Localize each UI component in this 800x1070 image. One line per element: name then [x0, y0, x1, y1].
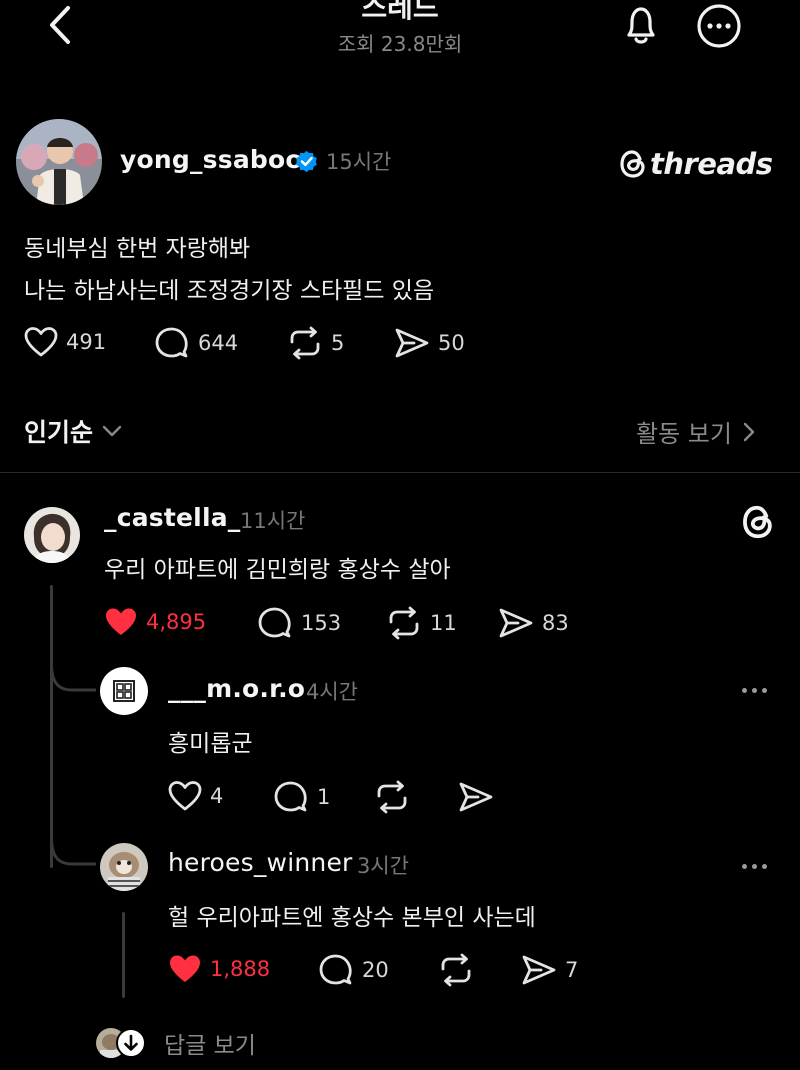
thread-connector [122, 912, 125, 998]
comment-count: 20 [362, 958, 389, 982]
heart-filled-icon [170, 955, 200, 982]
like-count: 4 [210, 784, 224, 808]
avatar-photo [24, 507, 80, 563]
post-time: 15시간 [326, 150, 392, 174]
comment-count: 153 [301, 611, 342, 635]
view-count: 조회 23.8만회 [337, 32, 463, 56]
share-button[interactable]: 83 [498, 606, 569, 640]
avatar-photo [100, 843, 148, 891]
arrow-down-circle-icon [116, 1028, 146, 1058]
send-icon [459, 782, 493, 812]
reply-text: 헐 우리아파트엔 홍상수 본부인 사는데 [168, 905, 536, 931]
view-replies-label: 답글 보기 [164, 1033, 256, 1059]
like-button[interactable]: 491 [24, 326, 106, 358]
repost-count: 5 [331, 331, 345, 355]
repost-button[interactable]: 11 [386, 606, 457, 640]
comment-button[interactable]: 644 [154, 326, 238, 360]
chevron-down-icon [102, 425, 122, 437]
share-button[interactable]: 50 [394, 326, 465, 360]
repost-icon [377, 780, 407, 814]
share-button[interactable] [458, 780, 494, 814]
send-icon [522, 955, 556, 985]
reply-time: 4시간 [306, 680, 359, 704]
reply-options-icon[interactable] [742, 864, 767, 869]
threads-logo: threads [618, 144, 773, 184]
reply-options-icon[interactable] [742, 688, 767, 693]
avatar-logo [113, 680, 135, 702]
post-line-2: 나는 하남사는데 조정경기장 스타필드 있음 [24, 278, 435, 304]
repost-button[interactable] [438, 953, 474, 987]
post-line-1: 동네부심 한번 자랑해봐 [24, 236, 251, 262]
verified-badge-icon [293, 148, 320, 175]
comment-button[interactable]: 1 [273, 780, 330, 814]
threads-icon [740, 503, 776, 541]
repost-icon [290, 326, 320, 360]
avatar-photo [16, 119, 102, 205]
comment-count: 1 [317, 785, 331, 809]
share-count: 83 [542, 611, 569, 635]
like-button[interactable]: 1,888 [168, 953, 270, 985]
repost-icon [389, 606, 419, 640]
avatar[interactable] [16, 119, 102, 205]
share-count: 50 [438, 331, 465, 355]
like-button[interactable]: 4 [168, 780, 223, 812]
avatar[interactable] [100, 843, 148, 891]
activity-link[interactable]: 활동 보기 [636, 414, 756, 449]
comment-bubble-icon [155, 327, 188, 358]
repost-icon [441, 953, 471, 987]
comment-count: 644 [198, 331, 239, 355]
heart-filled-icon [106, 608, 136, 635]
threads-logo-text: threads [650, 147, 773, 181]
like-count: 1,888 [210, 957, 271, 981]
reply-time: 11시간 [240, 509, 306, 533]
comment-button[interactable]: 153 [257, 606, 341, 640]
chevron-left-icon [50, 6, 70, 44]
like-count: 4,895 [146, 610, 207, 634]
activity-label: 활동 보기 [636, 420, 732, 448]
send-icon [395, 328, 429, 358]
divider [0, 472, 800, 473]
like-button[interactable]: 4,895 [104, 606, 206, 638]
like-count: 491 [66, 330, 107, 354]
reply-username[interactable]: heroes_winner [168, 848, 353, 877]
repost-button[interactable] [374, 780, 410, 814]
share-count: 7 [565, 958, 579, 982]
comment-bubble-icon [319, 954, 352, 985]
comment-button[interactable]: 20 [318, 953, 389, 987]
back-button[interactable] [40, 2, 80, 48]
send-icon [499, 608, 533, 638]
heart-icon [168, 781, 202, 811]
repost-count: 11 [430, 611, 457, 635]
view-replies-button[interactable]: 답글 보기 [96, 1026, 256, 1060]
page-title: 스레드 [361, 0, 439, 24]
heart-icon [24, 327, 58, 357]
more-options-button[interactable] [694, 2, 744, 52]
bell-icon [627, 7, 655, 44]
share-button[interactable]: 7 [521, 953, 578, 987]
avatar[interactable] [100, 667, 148, 715]
chevron-right-icon [743, 422, 755, 441]
reply-text: 흥미롭군 [168, 731, 253, 757]
reply-username[interactable]: _castella_ [104, 503, 241, 532]
repost-button[interactable]: 5 [287, 326, 344, 360]
reply-avatars [96, 1028, 148, 1058]
avatar[interactable] [24, 507, 80, 563]
reply-time: 3시간 [357, 854, 410, 878]
sort-label: 인기순 [24, 418, 94, 447]
notification-button[interactable] [618, 2, 664, 48]
sort-dropdown[interactable]: 인기순 [24, 413, 123, 449]
reply-text: 우리 아파트에 김민희랑 홍상수 살아 [104, 557, 451, 583]
thread-connector [50, 585, 53, 868]
post-username[interactable]: yong_ssaboo [120, 145, 303, 174]
comment-bubble-icon [258, 607, 291, 638]
threads-logo-icon [620, 150, 645, 178]
more-circle-icon [697, 4, 741, 48]
comment-bubble-icon [274, 781, 307, 812]
reply-username[interactable]: ___m.o.r.o [168, 674, 305, 703]
